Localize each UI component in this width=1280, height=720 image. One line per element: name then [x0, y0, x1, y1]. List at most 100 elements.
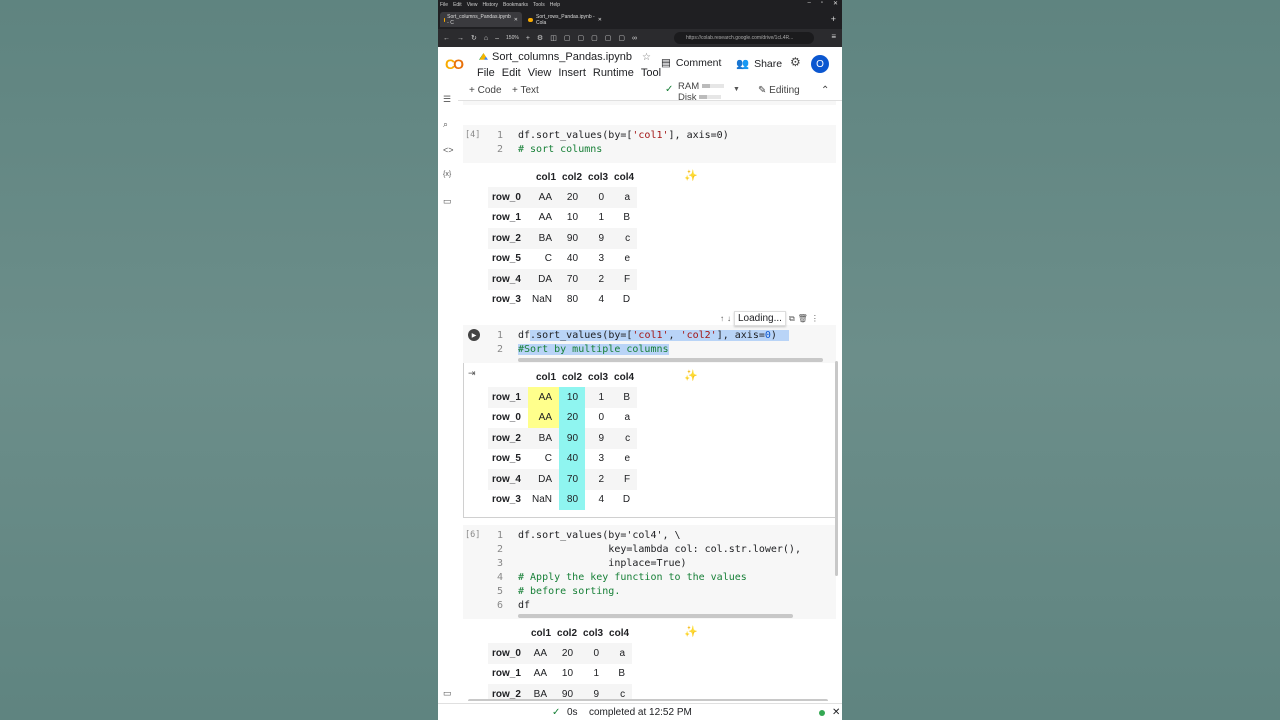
table-row: row_0 AA 20 0 a [488, 643, 633, 664]
more-options-icon[interactable]: ⋮ [811, 314, 819, 323]
star-icon[interactable]: ☆ [642, 52, 651, 63]
extension-icon[interactable]: ▢ [605, 34, 612, 42]
magic-wand-icon[interactable]: ✨ [684, 169, 698, 182]
code-line[interactable]: df.sort_values(by='col4', \ [518, 529, 681, 543]
code-snippets-icon[interactable]: <> [443, 145, 454, 155]
close-tab-icon[interactable]: ✕ [598, 17, 602, 23]
table-cell: C [544, 253, 553, 265]
add-code-button[interactable]: + Code [469, 85, 502, 96]
colab-logo[interactable]: CO [445, 56, 464, 72]
delete-cell-icon[interactable]: 🗑 [798, 314, 808, 323]
move-up-icon[interactable]: ↑ [720, 314, 724, 323]
menu-file[interactable]: File [477, 67, 495, 79]
code-cell[interactable]: [4] 1 2 df.sort_values(by=['col1'], axis… [463, 125, 836, 163]
code-line[interactable]: inplace=True) [518, 557, 686, 571]
close-window-icon[interactable]: ✕ [833, 0, 838, 7]
code-cell-selected[interactable]: ▶ 1 2 df.sort_values(by=['col1', 'col2']… [463, 325, 836, 363]
home-icon[interactable]: ⌂ [484, 35, 488, 42]
table-cell: 40 [566, 253, 579, 265]
menu-view[interactable]: View [528, 67, 552, 79]
menu-view[interactable]: View [467, 2, 478, 8]
extension-icon[interactable]: ◫ [550, 34, 557, 42]
zoom-level[interactable]: 150% [506, 35, 519, 41]
menu-bookmarks[interactable]: Bookmarks [503, 2, 528, 8]
resource-indicator[interactable]: RAM Disk [678, 81, 725, 103]
code-comment[interactable]: # sort columns [518, 143, 602, 157]
background-left [0, 0, 438, 720]
resources-dropdown-icon[interactable]: ▼ [733, 86, 740, 93]
menu-insert[interactable]: Insert [558, 67, 586, 79]
code-line[interactable]: df [518, 599, 530, 613]
menu-tools[interactable]: Tools [533, 2, 545, 8]
table-cell: 90 [566, 232, 579, 244]
menu-help[interactable]: Help [550, 2, 560, 8]
terminal-icon[interactable]: ▭ [443, 688, 452, 699]
files-folder-icon[interactable]: ▭ [443, 196, 452, 207]
browser-tabbar: Sort_columns_Pandas.ipynb - C ✕ Sort_row… [438, 9, 842, 29]
new-tab-icon[interactable]: + [831, 14, 836, 24]
output-options-icon[interactable]: ⇥ [468, 368, 476, 379]
zoom-out-icon[interactable]: – [495, 35, 499, 42]
maximize-icon[interactable]: ▫ [821, 0, 823, 7]
code-line[interactable]: df.sort_values(by=['col1', 'col2'], axis… [518, 329, 789, 343]
settings-gear-icon[interactable]: ⚙ [790, 55, 801, 69]
table-cell: AA [528, 387, 560, 408]
extension-icon[interactable]: ▢ [618, 34, 625, 42]
table-row: row_5 C 40 3 e [488, 448, 637, 469]
tab-sort-rows[interactable]: Sort_rows_Pandas.ipynb - Cola ✕ [524, 12, 606, 27]
table-cell: AA [533, 668, 548, 680]
copy-cell-icon[interactable]: ⧉ [789, 314, 795, 324]
code-comment[interactable]: #Sort by multiple columns [518, 343, 669, 357]
extension-icon[interactable]: ▢ [577, 34, 584, 42]
magic-wand-icon[interactable]: ✨ [684, 625, 698, 638]
extension-icon[interactable]: ∞ [632, 35, 637, 42]
minimize-icon[interactable]: – [807, 0, 810, 7]
search-icon[interactable]: ⌕ [443, 119, 448, 130]
table-row: row_0 AA 20 0 a [488, 407, 637, 428]
menu-tools[interactable]: Tool [641, 67, 661, 79]
browser-menu-icon[interactable]: ≡ [831, 32, 836, 41]
extension-icon[interactable]: ▢ [591, 34, 598, 42]
menu-edit[interactable]: Edit [453, 2, 462, 8]
menu-edit[interactable]: Edit [502, 67, 521, 79]
magic-wand-icon[interactable]: ✨ [684, 369, 698, 382]
editing-mode-button[interactable]: ✎ Editing [758, 85, 800, 96]
close-tab-icon[interactable]: ✕ [514, 17, 518, 23]
notebook-title[interactable]: Sort_columns_Pandas.ipynb [492, 51, 632, 63]
forward-icon[interactable]: → [457, 35, 464, 42]
move-down-icon[interactable]: ↓ [727, 314, 731, 323]
connected-check-icon: ✓ [665, 84, 674, 95]
cell-horizontal-scrollbar[interactable] [518, 614, 793, 618]
code-line[interactable]: key=lambda col: col.str.lower(), [518, 543, 801, 557]
avatar[interactable]: O [811, 55, 829, 73]
code-comment[interactable]: # before sorting. [518, 585, 620, 599]
run-cell-button[interactable]: ▶ [468, 329, 480, 341]
drive-icon [479, 53, 488, 60]
code-line[interactable]: df.sort_values(by=['col1'], axis=0) [518, 129, 729, 143]
collapse-header-icon[interactable]: ⌃ [821, 85, 829, 96]
share-button[interactable]: 👥 Share [736, 57, 782, 71]
code-comment[interactable]: # Apply the key function to the values [518, 571, 747, 585]
table-of-contents-icon[interactable]: ☰ [443, 94, 451, 105]
add-text-button[interactable]: + Text [512, 85, 539, 96]
code-cell[interactable]: [6] 1 2 3 4 5 6 df.sort_values(by='col4'… [463, 525, 836, 619]
notebook-vertical-scrollbar[interactable] [835, 361, 838, 576]
extension-icon[interactable]: ▢ [564, 34, 571, 42]
cell-horizontal-scrollbar[interactable] [518, 358, 823, 362]
close-status-icon[interactable]: ✕ [832, 707, 840, 718]
table-cell: c [625, 432, 631, 444]
tab-sort-columns[interactable]: Sort_columns_Pandas.ipynb - C ✕ [440, 12, 522, 27]
reload-icon[interactable]: ↻ [471, 34, 477, 42]
table-row: row_2 BA 90 9 c [488, 228, 638, 249]
menu-history[interactable]: History [482, 2, 498, 8]
address-bar[interactable]: https://colab.research.google.com/drive/… [674, 32, 814, 44]
extension-icon[interactable]: ⚙ [537, 34, 543, 42]
menu-file[interactable]: File [440, 2, 448, 8]
zoom-in-icon[interactable]: + [526, 35, 530, 42]
comment-button[interactable]: ▤ Comment [661, 57, 721, 69]
menu-runtime[interactable]: Runtime [593, 67, 634, 79]
table-cell: 20 [559, 407, 586, 428]
notebook-horizontal-scrollbar[interactable] [468, 699, 828, 701]
variables-icon[interactable]: {x} [443, 171, 451, 178]
back-icon[interactable]: ← [443, 35, 450, 42]
